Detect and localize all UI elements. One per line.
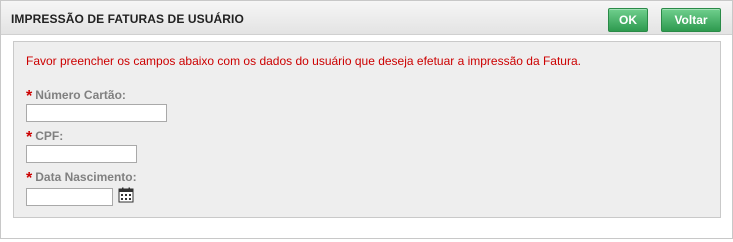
required-marker: * [26, 88, 33, 105]
calendar-icon[interactable] [118, 187, 134, 203]
page-title: IMPRESSÃO DE FATURAS DE USUÁRIO [11, 12, 244, 26]
birthdate-label: * Data Nascimento: [26, 168, 137, 187]
user-form: Favor preencher os campos abaixo com os … [13, 41, 721, 218]
cpf-label: * CPF: [26, 127, 64, 146]
card-number-label: * Número Cartão: [26, 86, 126, 105]
card-number-input[interactable] [26, 104, 167, 122]
invoice-print-panel: IMPRESSÃO DE FATURAS DE USUÁRIO OK Volta… [0, 0, 733, 239]
back-button[interactable]: Voltar [661, 8, 721, 32]
instruction-text: Favor preencher os campos abaixo com os … [26, 54, 581, 68]
card-number-label-text: Número Cartão: [35, 88, 126, 102]
birthdate-label-text: Data Nascimento: [35, 170, 137, 184]
birthdate-input[interactable] [26, 188, 113, 206]
required-marker: * [26, 129, 33, 146]
cpf-label-text: CPF: [35, 129, 64, 143]
required-marker: * [26, 170, 33, 187]
panel-header: IMPRESSÃO DE FATURAS DE USUÁRIO OK Volta… [1, 1, 732, 35]
ok-button[interactable]: OK [608, 8, 648, 32]
cpf-input[interactable] [26, 145, 137, 163]
